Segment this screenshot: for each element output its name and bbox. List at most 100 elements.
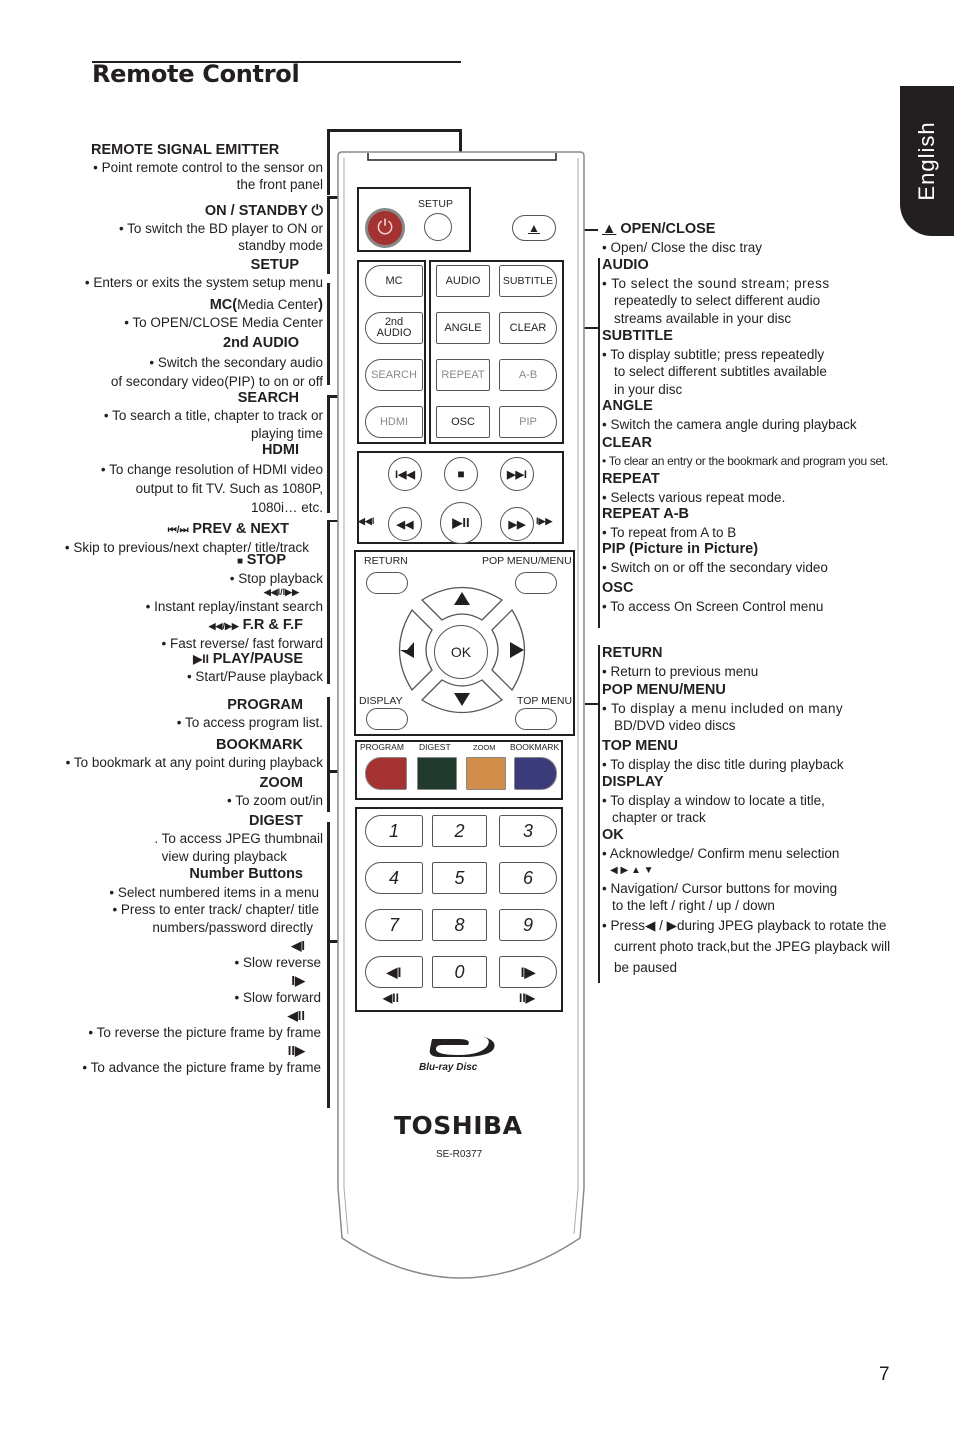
model-number: SE-R0377 [436, 1149, 483, 1160]
number-button-label: 2 [454, 820, 465, 841]
prev-button[interactable]: I◀◀ [388, 457, 422, 491]
number-button-2[interactable]: 3 [499, 815, 557, 847]
number-button-0[interactable]: 1 [365, 815, 423, 847]
annotation-angle: ANGLE • Switch the camera angle during p… [602, 398, 857, 433]
annotation-subtitle: SUBTITLE • To display subtitle; press re… [602, 328, 827, 398]
number-button-9[interactable]: ◀I [365, 956, 423, 988]
annotation-heading: POP MENU/MENU [602, 682, 726, 698]
annotation-frame-advance: II▶ • To advance the picture frame by fr… [82, 1042, 323, 1076]
annotation-line: • Start/Pause playback [186, 669, 323, 684]
a-b-button[interactable]: A-B [499, 359, 557, 391]
annotation-line: • Open/ Close the disc tray [602, 239, 763, 255]
setup-label: SETUP [418, 198, 454, 210]
stop-button[interactable]: ■ [444, 457, 478, 491]
fast-forward-button[interactable]: ▶▶ [500, 507, 534, 541]
ok-label: OK [450, 644, 472, 660]
repeat-button[interactable]: REPEAT [436, 359, 490, 391]
2nd-audio-button[interactable]: 2nd AUDIO [365, 312, 423, 344]
annotation-line: chapter or track [612, 810, 706, 825]
number-button-8[interactable]: 9 [499, 909, 557, 941]
bookmark-button[interactable] [514, 757, 557, 790]
annotation-heading: DIGEST [249, 813, 303, 829]
setup-button[interactable] [424, 213, 452, 241]
number-button-label: 4 [388, 867, 399, 888]
pip-button-label: PIP [519, 416, 537, 428]
annotation-heading: OSC [602, 580, 634, 596]
bracket-nav [598, 645, 600, 983]
annotation-return: RETURN • Return to previous menu [602, 645, 758, 680]
audio-button[interactable]: AUDIO [436, 265, 490, 297]
number-button-11[interactable]: I▶ [499, 956, 557, 988]
bookmark-label: BOOKMARK [510, 742, 560, 752]
subtitle-button[interactable]: SUBTITLE [499, 265, 557, 297]
a-b-button-label: A-B [518, 369, 538, 381]
annotation-heading: PREV & NEXT [192, 521, 289, 537]
annotation-line: to the left / right / up / down [612, 898, 775, 913]
page-number: 7 [879, 1364, 890, 1385]
top-menu-button[interactable] [515, 708, 557, 730]
open-close-button[interactable]: ▲ [512, 215, 556, 241]
number-button-7[interactable]: 8 [432, 909, 487, 941]
annotation-heading: TOP MENU [602, 738, 679, 754]
annotation-heading: SETUP [250, 257, 299, 273]
bluray-disc-icon [429, 1035, 495, 1057]
program-button[interactable] [365, 757, 407, 790]
power-button[interactable]: ⏻ [365, 208, 405, 248]
ok-button[interactable]: OK [434, 625, 488, 679]
annotation-line: output to fit TV. Such as 1080P, [135, 481, 323, 496]
annotation-heading: ON / STANDBY [204, 203, 308, 219]
annotation-line: • Switch on or off the secondary video [602, 559, 828, 575]
bracket-emitter-top [327, 129, 462, 132]
frame-reverse-icon: ◀II [287, 1008, 305, 1023]
next-button[interactable]: ▶▶I [500, 457, 534, 491]
annotation-heading-close: ) [318, 297, 323, 313]
number-button-6[interactable]: 7 [365, 909, 423, 941]
pip-button[interactable]: PIP [499, 406, 557, 438]
zoom-label: ZOOM [473, 743, 496, 752]
next-icon: ▶▶I [507, 468, 527, 481]
number-button-4[interactable]: 5 [432, 862, 487, 894]
annotation-line: • Switch the secondary audio [149, 355, 323, 370]
annotation-line: • Return to previous menu [602, 663, 759, 679]
annotation-line: numbers/password directly [152, 919, 313, 935]
number-button-5[interactable]: 6 [499, 862, 557, 894]
annotation-line: • Selects various repeat mode. [602, 489, 786, 505]
angle-button[interactable]: ANGLE [436, 312, 490, 344]
number-button-10[interactable]: 0 [432, 956, 487, 988]
number-button-label: 5 [454, 867, 465, 888]
annotation-heading: BOOKMARK [216, 737, 303, 753]
arrow-keys-icon: ◀ ▶ ▲ ▼ [610, 865, 654, 876]
annotation-line: • To access On Screen Control menu [602, 598, 824, 614]
subtitle-button-label: SUBTITLE [502, 275, 554, 287]
annotation-line: • Navigation/ Cursor buttons for moving [602, 880, 838, 896]
repeat-button-label: REPEAT [441, 369, 485, 381]
fast-reverse-button[interactable]: ◀◀ [388, 507, 422, 541]
mc-button[interactable]: MC [365, 265, 423, 297]
instant-replay-icon: ◀◀I/I▶▶ [263, 587, 299, 597]
annotation-top-menu: TOP MENU • To display the disc title dur… [602, 738, 844, 773]
annotation-line: • To display subtitle; press repeatedly [602, 346, 825, 362]
clear-button[interactable]: CLEAR [499, 312, 557, 344]
annotation-heading: PROGRAM [227, 697, 303, 713]
number-button-1[interactable]: 2 [432, 815, 487, 847]
annotation-line: • Instant replay/instant search [145, 599, 323, 614]
annotation-heading: REMOTE SIGNAL EMITTER [91, 142, 280, 158]
annotation-heading: PLAY/PAUSE [212, 651, 303, 667]
hdmi-button-label: HDMI [379, 416, 409, 428]
digest-button[interactable] [417, 757, 457, 790]
number-button-3[interactable]: 4 [365, 862, 423, 894]
brand-logo: TOSHIBA [394, 1111, 523, 1140]
annotation-frame-reverse: ◀II • To reverse the picture frame by fr… [88, 1007, 323, 1041]
osc-button[interactable]: OSC [436, 406, 490, 438]
annotation-line: streams available in your disc [614, 310, 792, 326]
slow-reverse-icon: ◀I [291, 938, 305, 953]
annotation-heading: HDMI [261, 442, 299, 458]
hdmi-button[interactable]: HDMI [365, 406, 423, 438]
display-button[interactable] [366, 708, 408, 730]
2nd-audio-button-label: 2nd AUDIO [376, 316, 412, 339]
search-button[interactable]: SEARCH [365, 359, 423, 391]
annotation-stop: ■ STOP • Stop playback [230, 551, 323, 587]
play-pause-button[interactable]: ▶II [440, 502, 482, 544]
annotation-slow-forward: I▶ • Slow forward [234, 972, 323, 1006]
zoom-button[interactable] [466, 757, 506, 790]
